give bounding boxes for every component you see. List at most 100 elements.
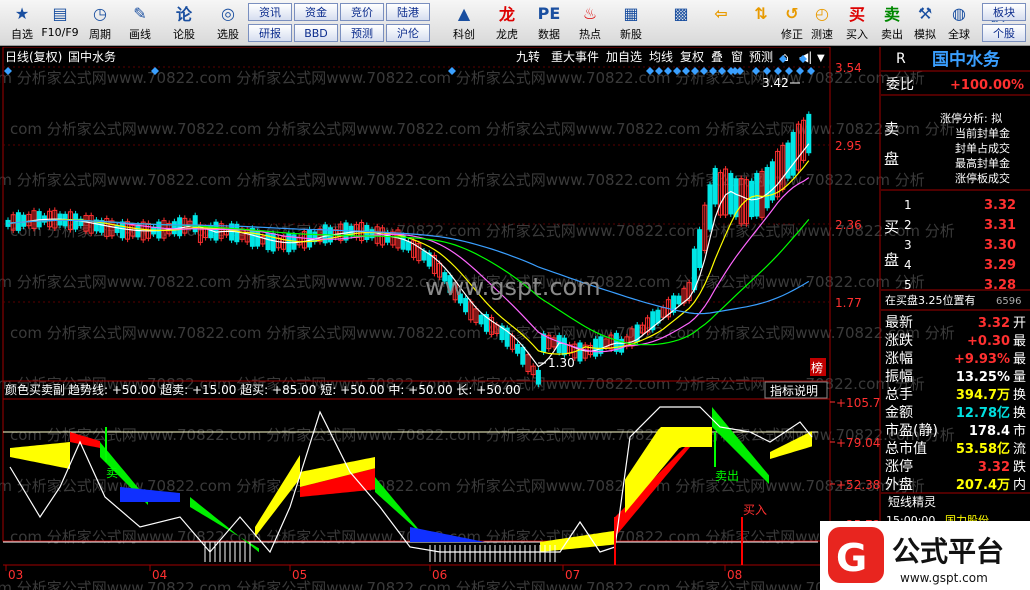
toolbar-buy-button[interactable]: 买买入 — [838, 2, 876, 44]
toolbar-label: 卖出 — [881, 28, 903, 41]
toolbar-label: 模拟 — [914, 28, 936, 41]
logo-glyph: G — [836, 536, 867, 580]
indicator-axis-label: +79.04 — [836, 436, 880, 450]
dropdown-icon[interactable]: ▼ — [817, 53, 825, 64]
toolbar-link-button[interactable]: 资金 — [294, 3, 338, 21]
toolbar-label: 热点 — [579, 28, 601, 41]
stat-value: 394.7万 — [956, 388, 1010, 403]
sell-signal-label: 卖 — [106, 466, 118, 480]
toolbar-hammer-button[interactable]: ⚒ 模拟 — [906, 2, 944, 44]
toolbar-pe-button[interactable]: PE 数据 — [530, 2, 568, 44]
stat-suffix: 最 — [1013, 352, 1026, 367]
buy-level-price[interactable]: 3.32 — [984, 198, 1016, 213]
speaker-icon[interactable]: ◀| — [799, 50, 812, 64]
toolbar-f10-button[interactable]: ▤ F10/F9 — [40, 2, 80, 44]
toolbar-target-button[interactable]: ◎ 选股 — [208, 2, 248, 44]
toolbar-dragon-button[interactable]: 龙龙虎 — [488, 2, 526, 44]
toolbar-star-button[interactable]: ★ 自选 — [2, 2, 42, 44]
stat-label: 总市值 — [885, 440, 927, 457]
toolbar-link-button[interactable]: 资讯 — [248, 3, 292, 21]
limit-analysis-line: 最高封单金 — [955, 156, 1010, 170]
candle-body — [707, 184, 713, 230]
month-label: 05 — [292, 568, 307, 582]
candle-body — [561, 337, 567, 356]
toolbar-label: 买入 — [846, 28, 868, 41]
buy-level-price[interactable]: 3.30 — [984, 238, 1016, 253]
toolbar-period-clock-button[interactable]: ◷ 周期 — [80, 2, 120, 44]
chart-menu-item[interactable]: 预测 — [749, 50, 773, 64]
candle-body — [114, 225, 120, 233]
buy-level-price[interactable]: 3.28 — [984, 278, 1016, 293]
stat-value: 12.78亿 — [956, 405, 1010, 421]
stat-suffix: 内 — [1013, 477, 1026, 493]
buy-level-number: 3 — [904, 238, 912, 252]
month-label: 07 — [565, 568, 580, 582]
chart-menu-item[interactable]: 复权 — [680, 50, 704, 64]
toolbar-new-stock-button[interactable]: ▦ 新股 — [612, 2, 650, 44]
hammer-icon: ⚒ — [917, 3, 933, 23]
candle-body — [691, 248, 697, 291]
limit-analysis-line: 当前封单金 — [955, 126, 1010, 140]
weibi-value: +100.00% — [950, 78, 1024, 93]
sell-signal-label: 卖出 — [715, 469, 739, 483]
stat-label: 金额 — [885, 405, 913, 421]
price-axis-label: 1.77 — [835, 296, 862, 310]
candle-body — [676, 295, 682, 305]
price-axis-label: 2.36 — [835, 218, 862, 232]
chart-menu-item[interactable]: 窗 — [731, 50, 743, 64]
toolbar-fire-button[interactable]: ♨ 热点 — [571, 2, 609, 44]
toolbar-forum-button[interactable]: 论论股 — [164, 2, 204, 44]
candle-body — [541, 333, 547, 353]
stock-button[interactable]: 个股 — [982, 24, 1026, 42]
pe-icon: PE — [537, 3, 561, 23]
panel-header-letter: R — [896, 51, 906, 67]
buy-level-price[interactable]: 3.31 — [984, 218, 1016, 233]
chart-menu-item[interactable]: 均线 — [649, 50, 673, 64]
stat-suffix: 市 — [1013, 423, 1026, 439]
stat-value: 3.32 — [978, 316, 1010, 331]
buy-level-price[interactable]: 3.29 — [984, 258, 1016, 273]
sprite-title[interactable]: 短线精灵 — [888, 495, 936, 509]
target-icon: ◎ — [221, 3, 235, 23]
back-arrow-icon: ⇦ — [714, 3, 728, 23]
stat-value: 13.25% — [956, 370, 1010, 385]
sell-icon: 卖 — [883, 5, 900, 24]
logo-url: www.gspt.com — [900, 571, 988, 585]
chart-menu-item[interactable]: 重大事件 — [551, 50, 599, 64]
toolbar-link-button[interactable]: 沪伦 — [386, 24, 430, 42]
candle-body — [535, 369, 541, 385]
candle-body — [478, 314, 484, 325]
toolbar-link-button[interactable]: 陆港 — [386, 3, 430, 21]
candle-body — [405, 241, 411, 251]
chart-menu-item[interactable]: 加自选 — [606, 50, 642, 64]
weibi-label: 委比 — [886, 77, 914, 93]
buy-side-label: 买 — [884, 218, 899, 236]
toolbar-pencil-button[interactable]: ✎ 画线 — [120, 2, 160, 44]
chart-menu-item[interactable]: 叠 — [711, 50, 723, 64]
toolbar-speed-button[interactable]: ◴ 测速 — [803, 2, 841, 44]
toolbar-link-button[interactable]: 竞价 — [340, 3, 384, 21]
buy-side-label: 盘 — [884, 251, 899, 269]
chart-menu-item[interactable]: 九转 — [516, 49, 540, 64]
toolbar-back-arrow-button[interactable]: ⇦ — [702, 2, 740, 44]
speed-icon: ◴ — [815, 3, 829, 23]
toolbar-link-button[interactable]: 研报 — [248, 24, 292, 42]
toolbar-link-button[interactable]: BBD — [294, 24, 338, 42]
buy-level-number: 2 — [904, 218, 912, 232]
toolbar-label: 选股 — [217, 28, 239, 41]
toolbar-chart-button[interactable]: ▲ 科创 — [445, 2, 483, 44]
toolbar-color-grid-button[interactable]: ▩ — [662, 2, 700, 44]
month-label: 04 — [152, 568, 167, 582]
candle-body — [234, 223, 240, 243]
sell-side-label: 盘 — [884, 150, 899, 168]
buy-icon: 买 — [848, 5, 865, 24]
stat-label: 涨幅 — [885, 351, 913, 367]
stat-suffix: 量 — [1013, 370, 1026, 385]
toolbar-link-button[interactable]: 预测 — [340, 24, 384, 42]
toolbar-globe-button[interactable]: ◍ 全球 — [940, 2, 978, 44]
candle-body — [73, 213, 79, 230]
candle-body — [343, 222, 349, 241]
chart-canvas[interactable]: com 分析家公式网www.70822.com 分析家公式网www.70822.… — [0, 47, 1030, 590]
sector-button[interactable]: 板块 — [982, 3, 1026, 21]
candle-body — [697, 229, 703, 268]
